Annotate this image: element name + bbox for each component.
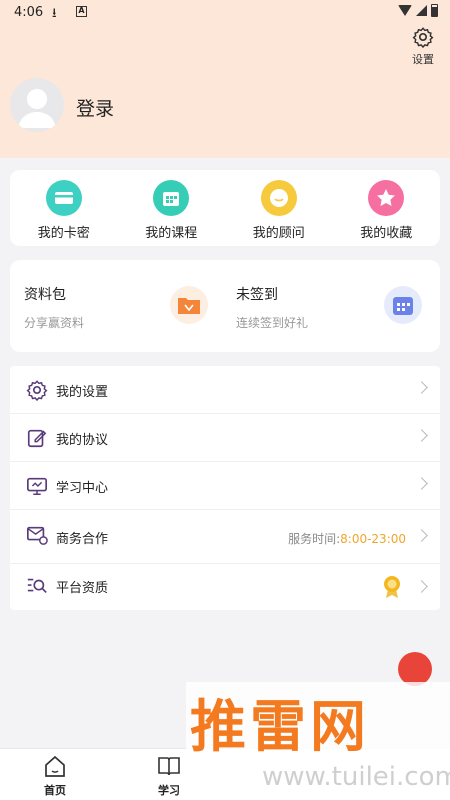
star-icon — [368, 180, 405, 216]
quick-action-card-key[interactable]: 我的卡密 — [10, 170, 118, 246]
menu-item-label: 我的协议 — [56, 433, 109, 448]
menu-item-agreement[interactable]: 我的协议 — [10, 414, 440, 462]
a-icon: A — [76, 6, 87, 17]
avatar[interactable] — [10, 78, 64, 132]
medal-icon — [384, 576, 400, 598]
menu-item-label: 我的设置 — [56, 385, 109, 400]
edit-icon — [27, 429, 47, 448]
menu-item-label: 商务合作 — [56, 532, 109, 547]
quick-action-label: 我的卡密 — [37, 226, 90, 241]
settings-button[interactable]: 设置 — [406, 26, 440, 67]
promo-title: 未签到 — [236, 287, 278, 303]
quick-actions-card: 我的卡密 我的课程 我的顾问 我的收藏 — [10, 170, 440, 246]
settings-label: 设置 — [412, 53, 434, 66]
card-icon — [45, 180, 82, 216]
search-list-icon — [27, 578, 47, 594]
menu-list: 我的设置 我的协议 学习中心 商务合作 服务时间:8:00-23:00 平台资质 — [10, 366, 440, 610]
promo-subtitle: 分享赢资料 — [24, 316, 85, 330]
menu-item-label: 平台资质 — [56, 581, 109, 596]
chevron-right-icon — [415, 477, 428, 490]
wifi-icon — [398, 5, 412, 16]
chevron-right-icon — [415, 529, 428, 542]
watermark: 推雷网 www.tuilei.com — [186, 682, 450, 800]
quick-action-label: 我的顾问 — [252, 226, 305, 241]
menu-item-qualification[interactable]: 平台资质 — [10, 564, 440, 610]
user-icon — [18, 89, 56, 128]
status-time: 4:06 — [14, 5, 44, 20]
download-icon: ⭳ — [52, 6, 57, 21]
book-icon — [158, 757, 180, 776]
quick-action-label: 我的收藏 — [360, 226, 413, 241]
quick-action-advisor[interactable]: 我的顾问 — [225, 170, 333, 246]
quick-action-courses[interactable]: 我的课程 — [118, 170, 226, 246]
watermark-title: 推雷网 — [190, 695, 370, 760]
promo-card: 资料包 分享赢资料 未签到 连续签到好礼 — [10, 260, 440, 352]
chevron-right-icon — [415, 429, 428, 442]
floating-gift-icon[interactable] — [398, 652, 432, 686]
home-icon — [45, 755, 65, 777]
menu-item-learning-center[interactable]: 学习中心 — [10, 462, 440, 510]
cell-signal-icon — [416, 5, 427, 16]
monitor-icon — [27, 477, 47, 495]
chevron-right-icon — [415, 381, 428, 394]
gear-icon — [412, 27, 434, 48]
menu-item-business[interactable]: 商务合作 服务时间:8:00-23:00 — [10, 510, 440, 564]
promo-subtitle: 连续签到好礼 — [236, 316, 309, 330]
chevron-right-icon — [415, 580, 428, 593]
calendar-icon — [153, 180, 190, 216]
gear-icon — [26, 380, 48, 401]
tab-label: 首页 — [44, 784, 66, 797]
service-hours-value: 8:00-23:00 — [340, 532, 406, 546]
promo-materials[interactable]: 资料包 分享赢资料 — [24, 284, 84, 331]
service-hours-prefix: 服务时间: — [288, 532, 341, 546]
status-bar: 4:06 ⭳ A — [0, 0, 450, 24]
smile-icon — [260, 180, 297, 216]
menu-item-label: 学习中心 — [56, 481, 109, 496]
calendar-checkin-icon[interactable] — [384, 286, 422, 324]
promo-title: 资料包 — [24, 287, 66, 303]
tab-home[interactable]: 首页 — [30, 755, 80, 798]
folder-icon[interactable] — [170, 286, 208, 324]
menu-item-settings[interactable]: 我的设置 — [10, 366, 440, 414]
quick-action-label: 我的课程 — [145, 226, 198, 241]
watermark-url: www.tuilei.com — [262, 762, 450, 792]
battery-icon — [431, 4, 438, 17]
service-hours: 服务时间:8:00-23:00 — [288, 530, 406, 547]
login-link[interactable]: 登录 — [76, 94, 114, 121]
mail-icon — [27, 526, 48, 545]
quick-action-favorites[interactable]: 我的收藏 — [333, 170, 441, 246]
promo-checkin[interactable]: 未签到 连续签到好礼 — [236, 284, 308, 331]
